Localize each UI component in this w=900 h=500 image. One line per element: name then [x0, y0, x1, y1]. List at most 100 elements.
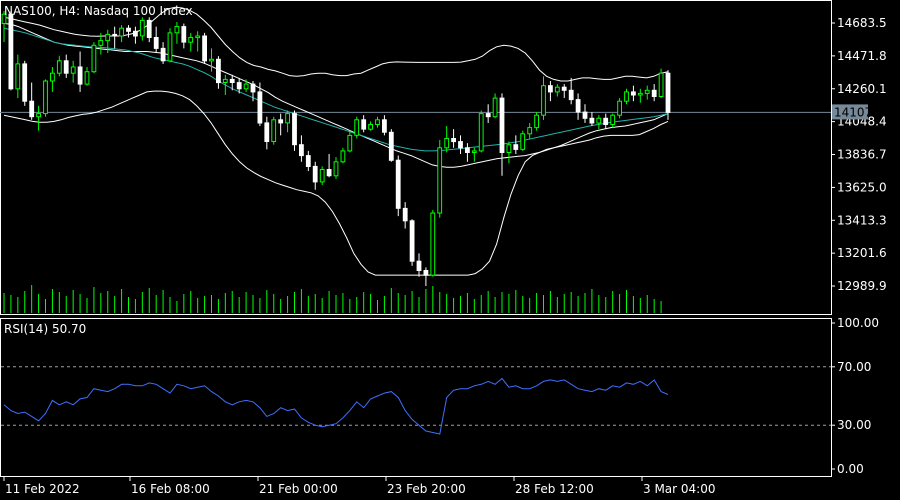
candle-bearish[interactable]	[264, 122, 270, 143]
candle-bearish[interactable]	[651, 89, 657, 98]
candle-bearish[interactable]	[299, 144, 304, 157]
candle-bearish[interactable]	[133, 30, 138, 37]
candle-bullish[interactable]	[50, 72, 55, 82]
candle-bullish[interactable]	[637, 92, 643, 96]
candle-bearish[interactable]	[29, 100, 35, 118]
candle-bearish[interactable]	[153, 37, 159, 49]
candle-bullish[interactable]	[534, 114, 540, 129]
candle-bullish[interactable]	[444, 138, 450, 149]
candle-bullish[interactable]	[478, 113, 484, 152]
candle-bearish[interactable]	[361, 119, 367, 130]
candle-bearish[interactable]	[382, 119, 387, 133]
candle-bearish[interactable]	[236, 82, 242, 90]
candle-bearish[interactable]	[250, 83, 256, 93]
candle-bullish[interactable]	[222, 78, 228, 84]
candle-bearish[interactable]	[451, 138, 457, 143]
candle-bearish[interactable]	[582, 111, 588, 119]
candle-bearish[interactable]	[402, 207, 408, 222]
candle-bearish[interactable]	[229, 78, 235, 84]
candle-bearish[interactable]	[63, 60, 69, 74]
candle-bullish[interactable]	[554, 86, 560, 93]
candle-bullish[interactable]	[644, 89, 650, 94]
candle-bearish[interactable]	[257, 91, 263, 124]
candle-bullish[interactable]	[617, 100, 623, 116]
candle-bullish[interactable]	[368, 124, 374, 130]
candle-bearish[interactable]	[112, 33, 118, 37]
candle-bearish[interactable]	[305, 155, 311, 168]
candle-bearish[interactable]	[485, 113, 491, 118]
candle-bullish[interactable]	[98, 40, 104, 46]
candle-bullish[interactable]	[596, 117, 602, 124]
candle-bullish[interactable]	[430, 212, 436, 276]
candle-bullish[interactable]	[375, 119, 380, 126]
candle-bullish[interactable]	[610, 114, 616, 125]
candle-bearish[interactable]	[388, 131, 394, 161]
candle-bullish[interactable]	[437, 147, 443, 214]
candle-bullish[interactable]	[174, 26, 180, 34]
price-tick-label: 13625.0	[837, 180, 887, 194]
candle-bearish[interactable]	[568, 89, 574, 101]
candle-bullish[interactable]	[285, 113, 291, 124]
candle-bearish[interactable]	[458, 141, 463, 149]
candle-bullish[interactable]	[105, 33, 111, 42]
candle-bearish[interactable]	[202, 35, 207, 62]
candle-bearish[interactable]	[499, 97, 505, 153]
candle-bullish[interactable]	[319, 169, 325, 183]
candle-bullish[interactable]	[36, 113, 42, 118]
candle-bullish[interactable]	[624, 91, 629, 102]
candle-bullish[interactable]	[167, 32, 173, 62]
candle-bullish[interactable]	[43, 80, 48, 115]
candle-bullish[interactable]	[84, 71, 90, 85]
candle-bearish[interactable]	[513, 144, 519, 150]
candle-bullish[interactable]	[347, 134, 353, 152]
candle-bullish[interactable]	[333, 161, 339, 177]
candle-bullish[interactable]	[541, 85, 546, 116]
candle-bearish[interactable]	[146, 19, 152, 38]
candle-bullish[interactable]	[56, 60, 62, 74]
price-tick-label: 13201.6	[837, 246, 887, 260]
candle-bullish[interactable]	[15, 63, 21, 90]
candle-bearish[interactable]	[181, 26, 187, 43]
price-tick-label: 14260.1	[837, 82, 887, 96]
candle-bearish[interactable]	[312, 165, 318, 183]
candle-bearish[interactable]	[292, 113, 297, 146]
candle-bullish[interactable]	[340, 150, 346, 163]
candle-bearish[interactable]	[395, 159, 401, 209]
candle-bullish[interactable]	[188, 37, 194, 43]
candle-bullish[interactable]	[520, 133, 526, 150]
candle-bullish[interactable]	[527, 127, 533, 135]
candle-bullish[interactable]	[658, 72, 664, 97]
candle-bullish[interactable]	[506, 144, 512, 153]
candle-bullish[interactable]	[119, 27, 124, 37]
candle-bearish[interactable]	[548, 85, 553, 93]
candle-bearish[interactable]	[326, 169, 332, 177]
candle-bearish[interactable]	[409, 220, 415, 262]
candle-bearish[interactable]	[126, 27, 131, 32]
candle-bullish[interactable]	[209, 58, 214, 62]
candle-bearish[interactable]	[77, 66, 83, 85]
candle-bullish[interactable]	[243, 83, 249, 90]
candle-bullish[interactable]	[492, 97, 498, 118]
candle-bullish[interactable]	[354, 119, 360, 136]
candle-bullish[interactable]	[195, 35, 201, 39]
candle-bearish[interactable]	[8, 13, 14, 90]
candle-bearish[interactable]	[631, 91, 636, 96]
candle-bearish[interactable]	[278, 119, 284, 124]
x-tick-label: 16 Feb 08:00	[131, 482, 210, 496]
candle-bullish[interactable]	[70, 66, 76, 74]
candle-bearish[interactable]	[561, 86, 567, 91]
candle-bearish[interactable]	[160, 47, 166, 62]
candle-bullish[interactable]	[139, 19, 145, 37]
candle-bearish[interactable]	[423, 270, 429, 276]
candle-bullish[interactable]	[471, 150, 477, 153]
candle-bearish[interactable]	[603, 117, 609, 126]
candle-bearish[interactable]	[665, 72, 671, 113]
candle-bearish[interactable]	[589, 117, 595, 124]
candle-bearish[interactable]	[416, 260, 422, 272]
candle-bearish[interactable]	[575, 99, 581, 113]
candle-bullish[interactable]	[91, 44, 97, 73]
candle-bearish[interactable]	[22, 63, 28, 102]
candle-bullish[interactable]	[271, 119, 277, 143]
candle-bearish[interactable]	[465, 147, 470, 154]
candle-bearish[interactable]	[216, 58, 221, 84]
